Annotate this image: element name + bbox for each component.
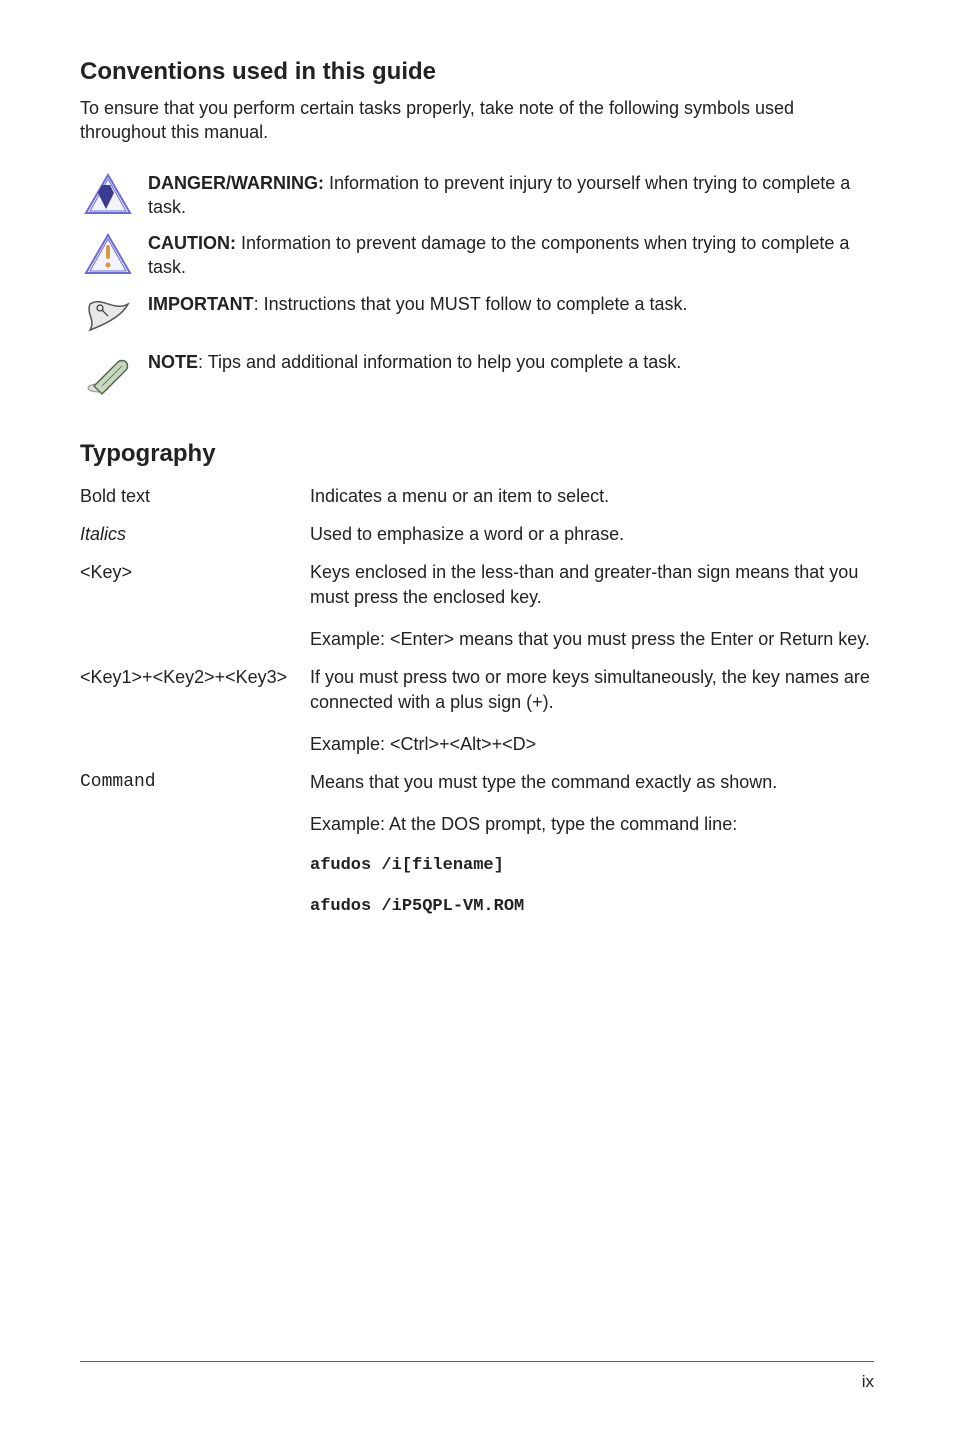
callout-danger-label: DANGER/WARNING:	[148, 173, 324, 193]
typo-term-command: Command	[80, 770, 310, 794]
typo-def-bold: Indicates a menu or an item to select.	[310, 484, 874, 508]
typo-def-command-mono-1: afudos /iP5QPL-VM.ROM	[310, 896, 874, 919]
callout-note-text: NOTE: Tips and additional information to…	[136, 350, 681, 374]
callout-caution-text: CAUTION: Information to prevent damage t…	[136, 231, 874, 280]
typography-table: Bold text Indicates a menu or an item to…	[80, 484, 874, 919]
callout-note-body: : Tips and additional information to hel…	[198, 352, 681, 372]
callout-caution: CAUTION: Information to prevent damage t…	[80, 231, 874, 280]
typography-heading: Typography	[80, 440, 874, 468]
important-icon	[80, 292, 136, 338]
typo-def-command: Means that you must type the command exa…	[310, 770, 874, 918]
typo-def-keycombo-1: Example: <Ctrl>+<Alt>+<D>	[310, 732, 874, 756]
conventions-heading: Conventions used in this guide	[80, 58, 874, 86]
callout-note: NOTE: Tips and additional information to…	[80, 350, 874, 396]
typo-term-italics: Italics	[80, 522, 310, 546]
note-icon	[80, 350, 136, 396]
callout-caution-body: Information to prevent damage to the com…	[148, 233, 849, 277]
callout-important-text: IMPORTANT: Instructions that you MUST fo…	[136, 292, 688, 316]
typo-term-bold: Bold text	[80, 484, 310, 508]
callout-danger-text: DANGER/WARNING: Information to prevent i…	[136, 171, 874, 220]
typo-def-command-0: Means that you must type the command exa…	[310, 770, 874, 794]
typo-def-command-1: Example: At the DOS prompt, type the com…	[310, 812, 874, 836]
typo-def-key-1: Example: <Enter> means that you must pre…	[310, 627, 874, 651]
typo-def-key: Keys enclosed in the less-than and great…	[310, 560, 874, 651]
typo-def-italics-0: Used to emphasize a word or a phrase.	[310, 522, 874, 546]
footer-rule	[80, 1361, 874, 1362]
conventions-intro: To ensure that you perform certain tasks…	[80, 96, 874, 145]
typo-def-bold-0: Indicates a menu or an item to select.	[310, 484, 874, 508]
callout-danger: DANGER/WARNING: Information to prevent i…	[80, 171, 874, 220]
callout-important-label: IMPORTANT	[148, 294, 254, 314]
callout-important: IMPORTANT: Instructions that you MUST fo…	[80, 292, 874, 338]
typo-def-keycombo-0: If you must press two or more keys simul…	[310, 665, 874, 714]
typo-def-italics: Used to emphasize a word or a phrase.	[310, 522, 874, 546]
typo-row-italics: Italics Used to emphasize a word or a ph…	[80, 522, 874, 546]
typo-def-keycombo: If you must press two or more keys simul…	[310, 665, 874, 756]
caution-icon	[80, 231, 136, 277]
typo-def-key-0: Keys enclosed in the less-than and great…	[310, 560, 874, 609]
typo-row-key: <Key> Keys enclosed in the less-than and…	[80, 560, 874, 651]
page-number: ix	[862, 1372, 874, 1392]
typo-term-key: <Key>	[80, 560, 310, 584]
callout-important-body: : Instructions that you MUST follow to c…	[254, 294, 688, 314]
callout-note-label: NOTE	[148, 352, 198, 372]
typo-term-keycombo: <Key1>+<Key2>+<Key3>	[80, 665, 310, 689]
typo-row-bold: Bold text Indicates a menu or an item to…	[80, 484, 874, 508]
danger-icon	[80, 171, 136, 217]
typo-def-command-mono-0: afudos /i[filename]	[310, 855, 874, 878]
typo-row-keycombo: <Key1>+<Key2>+<Key3> If you must press t…	[80, 665, 874, 756]
typo-row-command: Command Means that you must type the com…	[80, 770, 874, 918]
callout-caution-label: CAUTION:	[148, 233, 236, 253]
